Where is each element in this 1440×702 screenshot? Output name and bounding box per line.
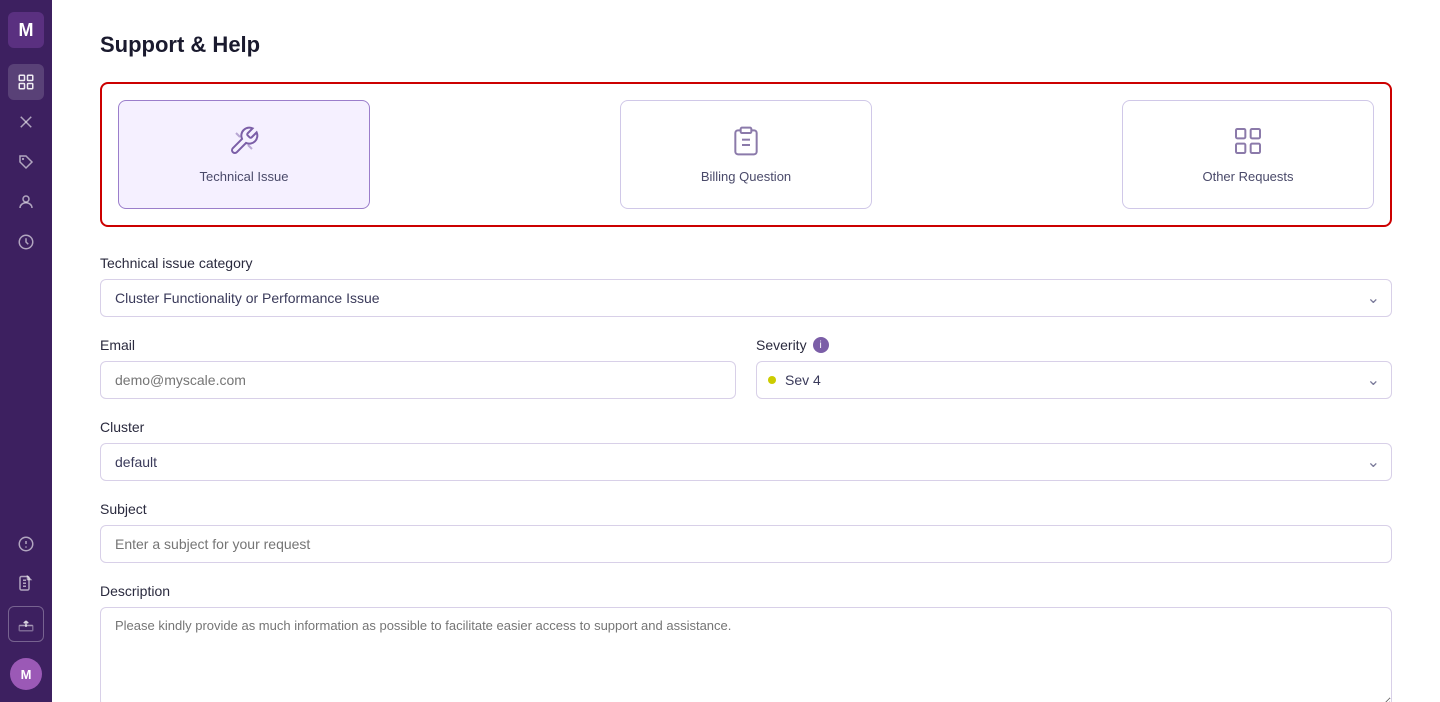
sidebar-item-scissors[interactable] [8,104,44,140]
category-field-label: Technical issue category [100,255,1392,271]
form-col-email: Email [100,337,736,399]
sidebar-item-alert[interactable] [8,526,44,562]
severity-select-wrapper: Sev 1 Sev 2 Sev 3 Sev 4 [756,361,1392,399]
user-avatar[interactable]: M [10,658,42,690]
form-section-category: Technical issue category Cluster Functio… [100,255,1392,317]
alert-icon [17,535,35,553]
page-title: Support & Help [100,32,1392,58]
description-textarea[interactable] [100,607,1392,702]
cluster-field-label: Cluster [100,419,1392,435]
severity-field-label: Severity i [756,337,1392,353]
cluster-select-wrapper: default [100,443,1392,481]
category-card-other[interactable]: Other Requests [1122,100,1374,209]
tag-icon [17,153,35,171]
sidebar-item-upload[interactable] [8,606,44,642]
form-section-cluster: Cluster default [100,419,1392,481]
sidebar: M [0,0,52,702]
app-logo: M [8,12,44,48]
form-section-subject: Subject [100,501,1392,563]
subject-input[interactable] [100,525,1392,563]
sidebar-item-clock[interactable] [8,224,44,260]
category-label-technical: Technical Issue [200,169,289,184]
category-card-billing[interactable]: Billing Question [620,100,872,209]
email-field-label: Email [100,337,736,353]
clipboard-icon [730,125,762,157]
category-select-wrapper: Cluster Functionality or Performance Iss… [100,279,1392,317]
sidebar-item-doc[interactable] [8,566,44,602]
sidebar-item-database[interactable] [8,64,44,100]
category-container: Technical Issue Billing Question O [100,82,1392,227]
person-icon [17,193,35,211]
severity-select[interactable]: Sev 1 Sev 2 Sev 3 Sev 4 [756,361,1392,399]
subject-field-label: Subject [100,501,1392,517]
category-card-technical[interactable]: Technical Issue [118,100,370,209]
wrench-icon [228,125,260,157]
category-gap-1 [386,100,604,209]
grid-icon [1232,125,1264,157]
category-label-other: Other Requests [1202,169,1293,184]
description-field-label: Description [100,583,1392,599]
form-section-description: Description [100,583,1392,702]
category-gap-2 [888,100,1106,209]
form-row-email-severity: Email Severity i Sev 1 Sev 2 Sev 3 Sev 4 [100,337,1392,399]
category-select[interactable]: Cluster Functionality or Performance Iss… [100,279,1392,317]
category-label-billing: Billing Question [701,169,791,184]
cluster-select[interactable]: default [100,443,1392,481]
sidebar-item-person[interactable] [8,184,44,220]
sidebar-item-tag[interactable] [8,144,44,180]
severity-info-icon[interactable]: i [813,337,829,353]
clock-icon [17,233,35,251]
document-icon [17,575,35,593]
database-icon [17,73,35,91]
form-col-severity: Severity i Sev 1 Sev 2 Sev 3 Sev 4 [756,337,1392,399]
upload-icon [17,615,35,633]
email-input[interactable] [100,361,736,399]
main-content: Support & Help Technical Issue Billing Q… [52,0,1440,702]
scissors-icon [17,113,35,131]
